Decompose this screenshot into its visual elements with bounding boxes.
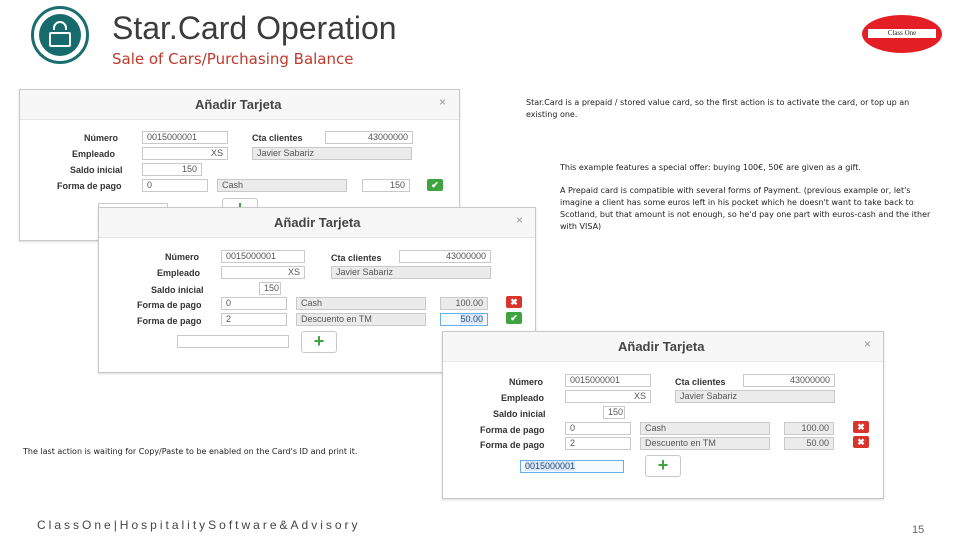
intro-note: Star.Card is a prepaid / stored value ca… [526,98,910,119]
footer-brand: ClassOne|HospitalitySoftware&Advisory [37,518,361,532]
card-icon [49,32,71,47]
forma-pago-amount-field-1: 100.00 [440,297,488,310]
dialog-title: Añadir Tarjeta [195,97,282,112]
dialog-title: Añadir Tarjeta [274,215,361,230]
forma-pago-amount-input[interactable]: 150 [362,179,410,192]
saldo-input[interactable]: 150 [259,282,281,295]
forma-pago-code-input-2[interactable]: 2 [565,437,631,450]
class-one-logo: Class One [862,15,942,53]
confirm-payment-button[interactable]: ✔ [506,312,522,324]
dialog-header: Añadir Tarjeta × [443,332,883,362]
brand-badge-text: Class One [868,29,936,38]
cta-clientes-label: Cta clientes [675,377,726,387]
page-number: 15 [912,524,925,536]
numero-input[interactable]: 0015000001 [142,131,228,144]
numero-label: Número [509,377,544,387]
page-subtitle: Sale of Cars/Purchasing Balance [112,50,354,68]
payment-note: A Prepaid card is compatible with severa… [560,186,931,231]
numero-label: Número [84,133,119,143]
saldo-label: Saldo inicial [151,285,204,295]
forma-pago-code-input-2[interactable]: 2 [221,313,287,326]
empleado-label: Empleado [501,393,545,403]
cta-clientes-label: Cta clientes [252,133,303,143]
selected-amount: 50.00 [460,314,483,324]
forma-pago-amount-field-1: 100.00 [784,422,834,435]
forma-pago-label-1: Forma de pago [137,300,202,310]
card-id-input[interactable]: 0015000001 [520,460,624,473]
wave-icon [53,21,67,30]
dialog-title: Añadir Tarjeta [618,339,705,354]
forma-pago-label: Forma de pago [57,181,122,191]
add-payment-button[interactable]: + [301,331,337,353]
add-payment-button[interactable]: + [645,455,681,477]
close-icon[interactable]: × [864,337,871,351]
forma-pago-name-field-2: Descuento en TM [640,437,770,450]
forma-pago-amount-field-2: 50.00 [784,437,834,450]
saldo-label: Saldo inicial [493,409,546,419]
forma-pago-name-field-2: Descuento en TM [296,313,426,326]
dialog-header: Añadir Tarjeta × [20,90,459,120]
numero-input[interactable]: 0015000001 [565,374,651,387]
cta-clientes-label: Cta clientes [331,253,382,263]
forma-pago-code-input-1[interactable]: 0 [565,422,631,435]
saldo-label: Saldo inicial [70,165,123,175]
empleado-name-field: Javier Sabariz [252,147,412,160]
last-action-note: The last action is waiting for Copy/Past… [23,447,358,456]
forma-pago-name-field-1: Cash [296,297,426,310]
empleado-name-field: Javier Sabariz [675,390,835,403]
numero-input[interactable]: 0015000001 [221,250,305,263]
empleado-name-field: Javier Sabariz [331,266,491,279]
forma-pago-code-input[interactable]: 0 [142,179,208,192]
offer-note: This example features a special offer: b… [560,163,861,172]
close-icon[interactable]: × [439,95,446,109]
forma-pago-label-1: Forma de pago [480,425,545,435]
remove-payment-button-1[interactable]: ✖ [506,296,522,308]
forma-pago-label-2: Forma de pago [480,440,545,450]
saldo-input[interactable]: 150 [603,406,625,419]
empleado-code-input[interactable]: XS [221,266,305,279]
empleado-code-input[interactable]: XS [565,390,651,403]
close-icon[interactable]: × [516,213,523,227]
numero-label: Número [165,252,200,262]
forma-pago-code-input-1[interactable]: 0 [221,297,287,310]
empleado-label: Empleado [72,149,116,159]
dialog-header: Añadir Tarjeta × [99,208,535,238]
page-title: Star.Card Operation [112,10,397,46]
forma-pago-label-2: Forma de pago [137,316,202,326]
selected-card-id: 0015000001 [525,461,576,471]
confirm-payment-button[interactable]: ✔ [427,179,443,191]
starcard-logo [31,6,89,64]
forma-pago-amount-input-2[interactable]: 50.00 [440,313,488,326]
empleado-label: Empleado [157,268,201,278]
remove-payment-button-1[interactable]: ✖ [853,421,869,433]
forma-pago-name-field-1: Cash [640,422,770,435]
remove-payment-button-2[interactable]: ✖ [853,436,869,448]
saldo-input[interactable]: 150 [142,163,202,176]
forma-pago-name-field: Cash [217,179,347,192]
cta-clientes-input[interactable]: 43000000 [399,250,491,263]
add-card-dialog-3: Añadir Tarjeta × Número 0015000001 Cta c… [442,331,884,499]
cta-clientes-input[interactable]: 43000000 [743,374,835,387]
card-id-input[interactable] [177,335,289,348]
cta-clientes-input[interactable]: 43000000 [325,131,413,144]
empleado-code-input[interactable]: XS [142,147,228,160]
contactless-card-icon [39,14,81,56]
